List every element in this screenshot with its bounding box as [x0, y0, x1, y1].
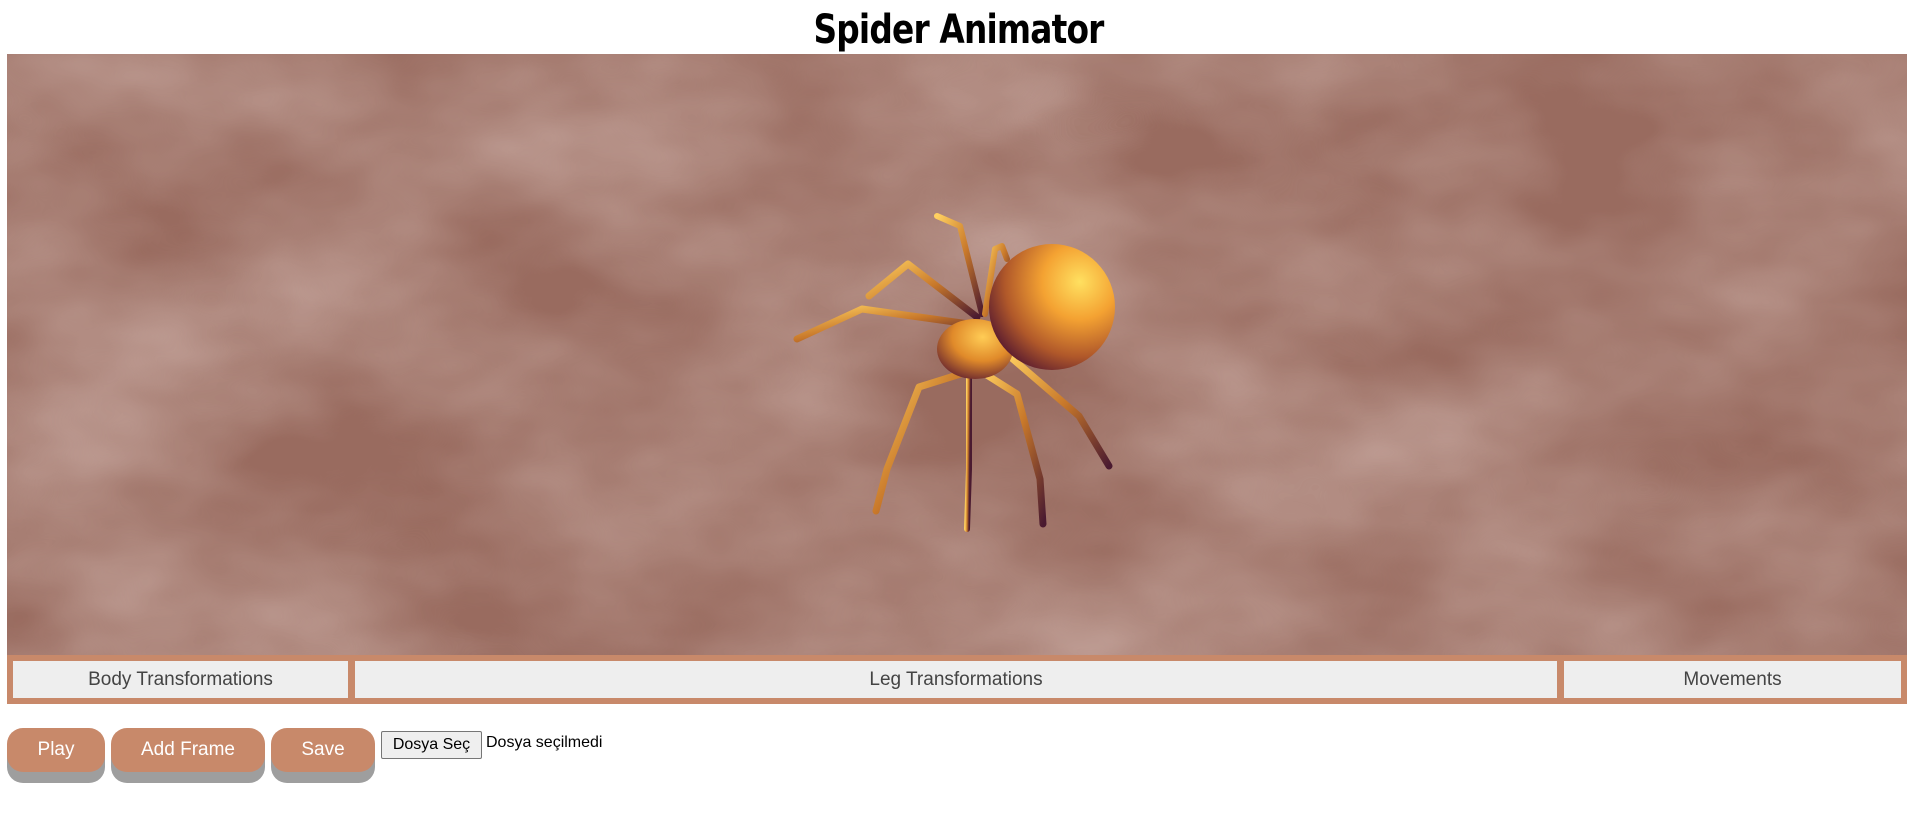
- add-frame-button[interactable]: Add Frame: [111, 728, 265, 772]
- spider-leg: [964, 356, 972, 532]
- save-button[interactable]: Save: [271, 728, 375, 772]
- page-title: Spider Animator: [813, 7, 1104, 53]
- play-button[interactable]: Play: [7, 728, 105, 772]
- scene-svg: [7, 54, 1907, 655]
- tab-body-transformations[interactable]: Body Transformations: [13, 661, 348, 698]
- tab-leg-transformations[interactable]: Leg Transformations: [355, 661, 1557, 698]
- animation-canvas[interactable]: [7, 54, 1907, 655]
- file-choose-button[interactable]: Dosya Seç: [381, 731, 482, 759]
- tab-movements[interactable]: Movements: [1564, 661, 1901, 698]
- transformation-tabs: Body Transformations Leg Transformations…: [7, 655, 1907, 704]
- spider-abdomen: [989, 244, 1115, 370]
- file-status-text: Dosya seçilmedi: [486, 734, 603, 751]
